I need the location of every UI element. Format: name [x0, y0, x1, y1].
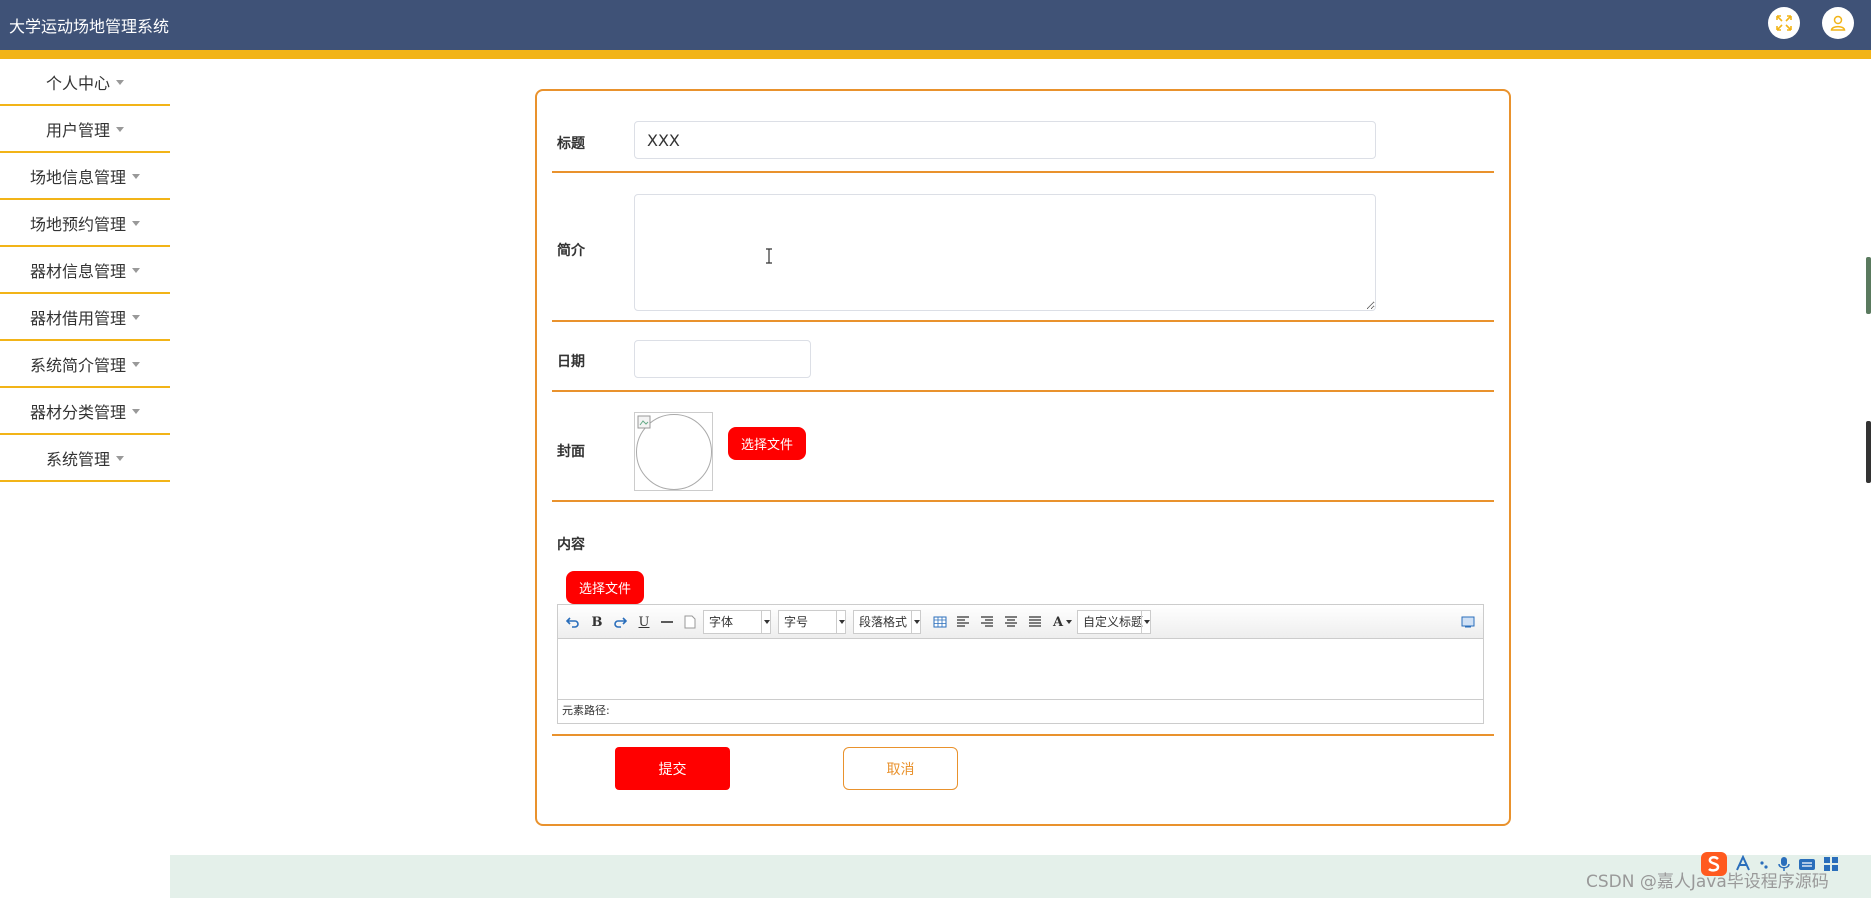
element-path-label: 元素路径: [562, 704, 610, 717]
sidebar-item-equipment-category[interactable]: 器材分类管理 [0, 388, 170, 435]
table-icon[interactable] [932, 612, 948, 632]
form-row-cover: 封面 选择文件 [552, 392, 1494, 502]
form-card: 标题 简介 日期 封面 选择文件 内容 选择文件 B U 字体 字号 [535, 89, 1511, 826]
bold-icon[interactable]: B [588, 612, 606, 632]
sidebar-item-label: 系统简介管理 [29, 355, 126, 375]
intro-textarea[interactable] [634, 194, 1376, 311]
intro-label: 简介 [557, 243, 585, 259]
dropdown-arrow-icon [761, 611, 770, 633]
redo-icon[interactable] [611, 612, 629, 632]
sidebar: 个人中心 用户管理 场地信息管理 场地预约管理 器材信息管理 器材借用管理 系统… [0, 59, 170, 482]
align-center-icon[interactable] [1003, 612, 1019, 632]
sidebar-item-personal-center[interactable]: 个人中心 [0, 59, 170, 106]
dropdown-arrow-icon [911, 611, 920, 633]
sidebar-item-label: 器材分类管理 [29, 402, 126, 422]
font-size-combo-label: 字号 [784, 615, 809, 629]
header-accent-bar [0, 50, 1871, 59]
app-title: 大学运动场地管理系统 [9, 17, 170, 36]
sidebar-item-label: 器材信息管理 [29, 261, 126, 281]
sidebar-item-venue-info[interactable]: 场地信息管理 [0, 153, 170, 200]
caret-down-icon [116, 80, 124, 85]
cancel-button[interactable]: 取消 [843, 747, 958, 790]
font-size-combo[interactable]: 字号 [778, 610, 846, 634]
form-row-date: 日期 [552, 322, 1494, 392]
content-row-divider [552, 734, 1494, 736]
dropdown-arrow-icon [836, 611, 845, 633]
undo-icon[interactable] [564, 612, 582, 632]
caret-down-icon [132, 315, 140, 320]
custom-heading-combo[interactable]: 自定义标题 [1077, 610, 1151, 634]
cover-preview[interactable] [634, 412, 713, 491]
sidebar-item-label: 用户管理 [45, 120, 110, 140]
editor-path-bar: 元素路径: [558, 699, 1483, 723]
sidebar-item-label: 器材借用管理 [29, 308, 126, 328]
sidebar-item-venue-booking[interactable]: 场地预约管理 [0, 200, 170, 247]
font-color-icon[interactable]: A [1051, 612, 1065, 632]
top-header: 大学运动场地管理系统 [0, 0, 1871, 59]
dropdown-arrow-icon [1141, 611, 1150, 633]
caret-down-icon [132, 221, 140, 226]
align-right-icon[interactable] [979, 612, 995, 632]
cover-label: 封面 [557, 444, 585, 460]
form-row-title: 标题 [552, 91, 1494, 173]
paragraph-format-combo[interactable]: 段落格式 [853, 610, 921, 634]
content-select-file-button[interactable]: 选择文件 [566, 571, 644, 604]
editor-toolbar: B U 字体 字号 段落格式 A 自定义标题 [558, 605, 1483, 639]
editor-content-area[interactable] [558, 639, 1483, 699]
fullscreen-icon[interactable] [1768, 7, 1800, 39]
paste-plain-icon[interactable] [682, 612, 698, 632]
user-icon[interactable] [1822, 7, 1854, 39]
cover-select-file-button[interactable]: 选择文件 [728, 427, 806, 460]
rich-text-editor: B U 字体 字号 段落格式 A 自定义标题 元素路径: [557, 604, 1484, 724]
form-row-intro: 简介 [552, 173, 1494, 322]
caret-down-icon [132, 409, 140, 414]
broken-image-icon [637, 415, 651, 429]
custom-heading-combo-label: 自定义标题 [1083, 615, 1144, 629]
title-input[interactable] [634, 121, 1376, 159]
caret-down-icon [132, 362, 140, 367]
sidebar-item-label: 场地预约管理 [29, 214, 126, 234]
caret-down-icon [132, 174, 140, 179]
font-color-dropdown-icon[interactable] [1065, 612, 1073, 632]
horizontal-rule-icon[interactable] [659, 612, 675, 632]
date-input[interactable] [634, 340, 811, 378]
sidebar-item-equipment-borrow[interactable]: 器材借用管理 [0, 294, 170, 341]
sidebar-item-equipment-info[interactable]: 器材信息管理 [0, 247, 170, 294]
date-label: 日期 [557, 354, 585, 370]
sidebar-item-system-management[interactable]: 系统管理 [0, 435, 170, 482]
underline-icon[interactable]: U [635, 612, 653, 632]
align-justify-icon[interactable] [1027, 612, 1043, 632]
align-left-icon[interactable] [955, 612, 971, 632]
sidebar-item-label: 系统管理 [45, 449, 110, 469]
scroll-marker [1866, 421, 1871, 483]
caret-down-icon [132, 268, 140, 273]
scroll-marker [1866, 257, 1871, 314]
submit-button[interactable]: 提交 [615, 747, 730, 790]
text-cursor-icon [766, 248, 772, 264]
sidebar-item-label: 场地信息管理 [29, 167, 126, 187]
font-family-combo[interactable]: 字体 [703, 610, 771, 634]
caret-down-icon [116, 456, 124, 461]
sidebar-item-label: 个人中心 [45, 73, 110, 93]
sidebar-item-system-intro[interactable]: 系统简介管理 [0, 341, 170, 388]
content-label: 内容 [557, 537, 585, 553]
csdn-watermark: CSDN @嘉人Java毕设程序源码 [1586, 872, 1829, 892]
title-label: 标题 [557, 136, 585, 152]
font-family-combo-label: 字体 [709, 615, 734, 629]
sidebar-item-user-management[interactable]: 用户管理 [0, 106, 170, 153]
paragraph-format-combo-label: 段落格式 [859, 615, 908, 629]
fullscreen-editor-icon[interactable] [1460, 612, 1476, 632]
caret-down-icon [116, 127, 124, 132]
